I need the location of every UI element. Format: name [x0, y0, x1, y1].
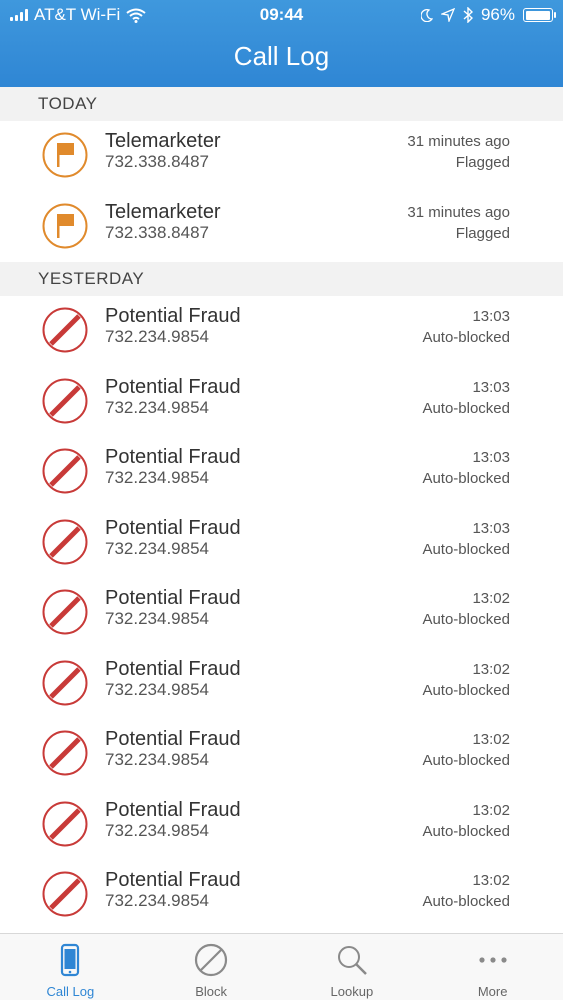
status-bar: AT&T Wi-Fi 09:44 96% [0, 0, 563, 30]
caller-name: Potential Fraud [105, 375, 241, 398]
call-time: 13:02 [472, 731, 510, 748]
section-header: TODAY [0, 87, 563, 121]
caller-name: Potential Fraud [105, 446, 241, 468]
caller-number: 732.234.9854 [105, 891, 209, 910]
tab-lookup[interactable]: Lookup [282, 934, 423, 1000]
call-status: Auto-blocked [422, 822, 510, 840]
block-icon [193, 942, 229, 978]
call-time: 31 minutes ago [407, 133, 510, 150]
call-time: 13:02 [472, 660, 510, 678]
caller-number: 732.234.9854 [105, 750, 209, 769]
caller-name: Telemarketer [105, 200, 221, 223]
call-time: 13:03 [472, 308, 510, 325]
caller-number: 732.234.9854 [105, 327, 209, 346]
caller-number: 732.234.9854 [105, 397, 209, 417]
call-time: 13:02 [472, 872, 510, 889]
caller-number: 732.234.9854 [105, 679, 209, 699]
call-log-row[interactable]: Telemarketer 732.338.8487 31 minutes ago… [0, 192, 563, 263]
location-icon [440, 8, 455, 22]
caller-name: Telemarketer [105, 130, 221, 152]
caller-name: Potential Fraud [105, 516, 241, 539]
blocked-icon [42, 730, 88, 776]
call-status: Auto-blocked [422, 893, 510, 910]
call-log-row[interactable]: Potential Fraud 732.234.9854 13:03 Auto-… [0, 296, 563, 367]
moon-icon [420, 8, 433, 22]
call-status: Auto-blocked [422, 540, 510, 558]
section-header: YESTERDAY [0, 262, 563, 296]
bluetooth-icon [463, 7, 473, 23]
tab-label: Lookup [330, 984, 374, 999]
call-time: 31 minutes ago [407, 203, 510, 221]
app-header: AT&T Wi-Fi 09:44 96% Call Log [0, 0, 563, 87]
tab-label: More [477, 984, 508, 999]
caller-number: 732.234.9854 [105, 820, 209, 840]
battery-icon [523, 8, 556, 22]
tab-call-log[interactable]: Call Log [0, 934, 141, 1000]
caller-number: 732.234.9854 [105, 538, 209, 558]
call-log-row[interactable]: Potential Fraud 732.234.9854 13:03 Auto-… [0, 508, 563, 579]
call-time: 13:03 [472, 378, 510, 396]
more-dots-icon [475, 942, 511, 978]
call-status: Auto-blocked [422, 399, 510, 417]
call-status: Auto-blocked [422, 329, 510, 346]
call-status: Auto-blocked [422, 470, 510, 487]
flag-icon [42, 203, 88, 249]
call-time: 13:02 [472, 801, 510, 819]
call-log-row[interactable]: Potential Fraud 732.234.9854 13:02 Auto-… [0, 649, 563, 720]
tab-label: Call Log [46, 984, 95, 999]
call-status: Flagged [455, 224, 510, 242]
call-log-row[interactable]: Telemarketer 732.338.8487 31 minutes ago… [0, 121, 563, 192]
call-log-list[interactable]: TODAY Telemarketer 732.338.8487 31 minut… [0, 87, 563, 933]
call-time: 13:02 [472, 590, 510, 607]
call-log-row[interactable]: Potential Fraud 732.234.9854 13:02 Auto-… [0, 719, 563, 790]
page-title: Call Log [233, 41, 330, 71]
caller-name: Potential Fraud [105, 657, 241, 680]
call-time: 13:03 [472, 519, 510, 537]
tab-label: Block [195, 984, 228, 999]
call-log-row[interactable]: Potential Fraud 732.234.9854 13:03 Auto-… [0, 437, 563, 508]
blocked-icon [42, 871, 88, 917]
blocked-icon [42, 801, 88, 847]
call-log-row[interactable]: Potential Fraud 732.234.9854 13:02 Auto-… [0, 790, 563, 861]
blocked-icon [42, 307, 88, 353]
blocked-icon [42, 448, 88, 494]
caller-number: 732.234.9854 [105, 609, 209, 628]
blocked-icon [42, 660, 88, 706]
caller-name: Potential Fraud [105, 305, 241, 327]
tab-block[interactable]: Block [141, 934, 282, 1000]
call-status: Auto-blocked [422, 681, 510, 699]
caller-name: Potential Fraud [105, 798, 241, 821]
flag-icon [42, 132, 88, 178]
tab-bar: Call Log Block Lookup More [0, 933, 563, 1000]
caller-name: Potential Fraud [105, 728, 241, 750]
call-status: Auto-blocked [422, 752, 510, 769]
call-status: Flagged [455, 154, 510, 171]
phone-icon [52, 942, 88, 978]
blocked-icon [42, 589, 88, 635]
blocked-icon [42, 378, 88, 424]
call-log-row[interactable]: Potential Fraud 732.234.9854 13:02 Auto-… [0, 860, 563, 931]
call-log-row[interactable]: Potential Fraud 732.234.9854 13:03 Auto-… [0, 367, 563, 438]
caller-name: Potential Fraud [105, 869, 241, 891]
blocked-icon [42, 519, 88, 565]
caller-number: 732.234.9854 [105, 468, 209, 487]
caller-number: 732.338.8487 [105, 222, 209, 242]
caller-number: 732.338.8487 [105, 152, 209, 171]
tab-more[interactable]: More [422, 934, 563, 1000]
caller-name: Potential Fraud [105, 587, 241, 609]
call-time: 13:03 [472, 449, 510, 466]
call-log-row[interactable]: Potential Fraud 732.234.9854 13:02 Auto-… [0, 578, 563, 649]
battery-percent: 96% [480, 5, 515, 24]
call-status: Auto-blocked [422, 611, 510, 628]
magnifier-icon [334, 942, 370, 978]
